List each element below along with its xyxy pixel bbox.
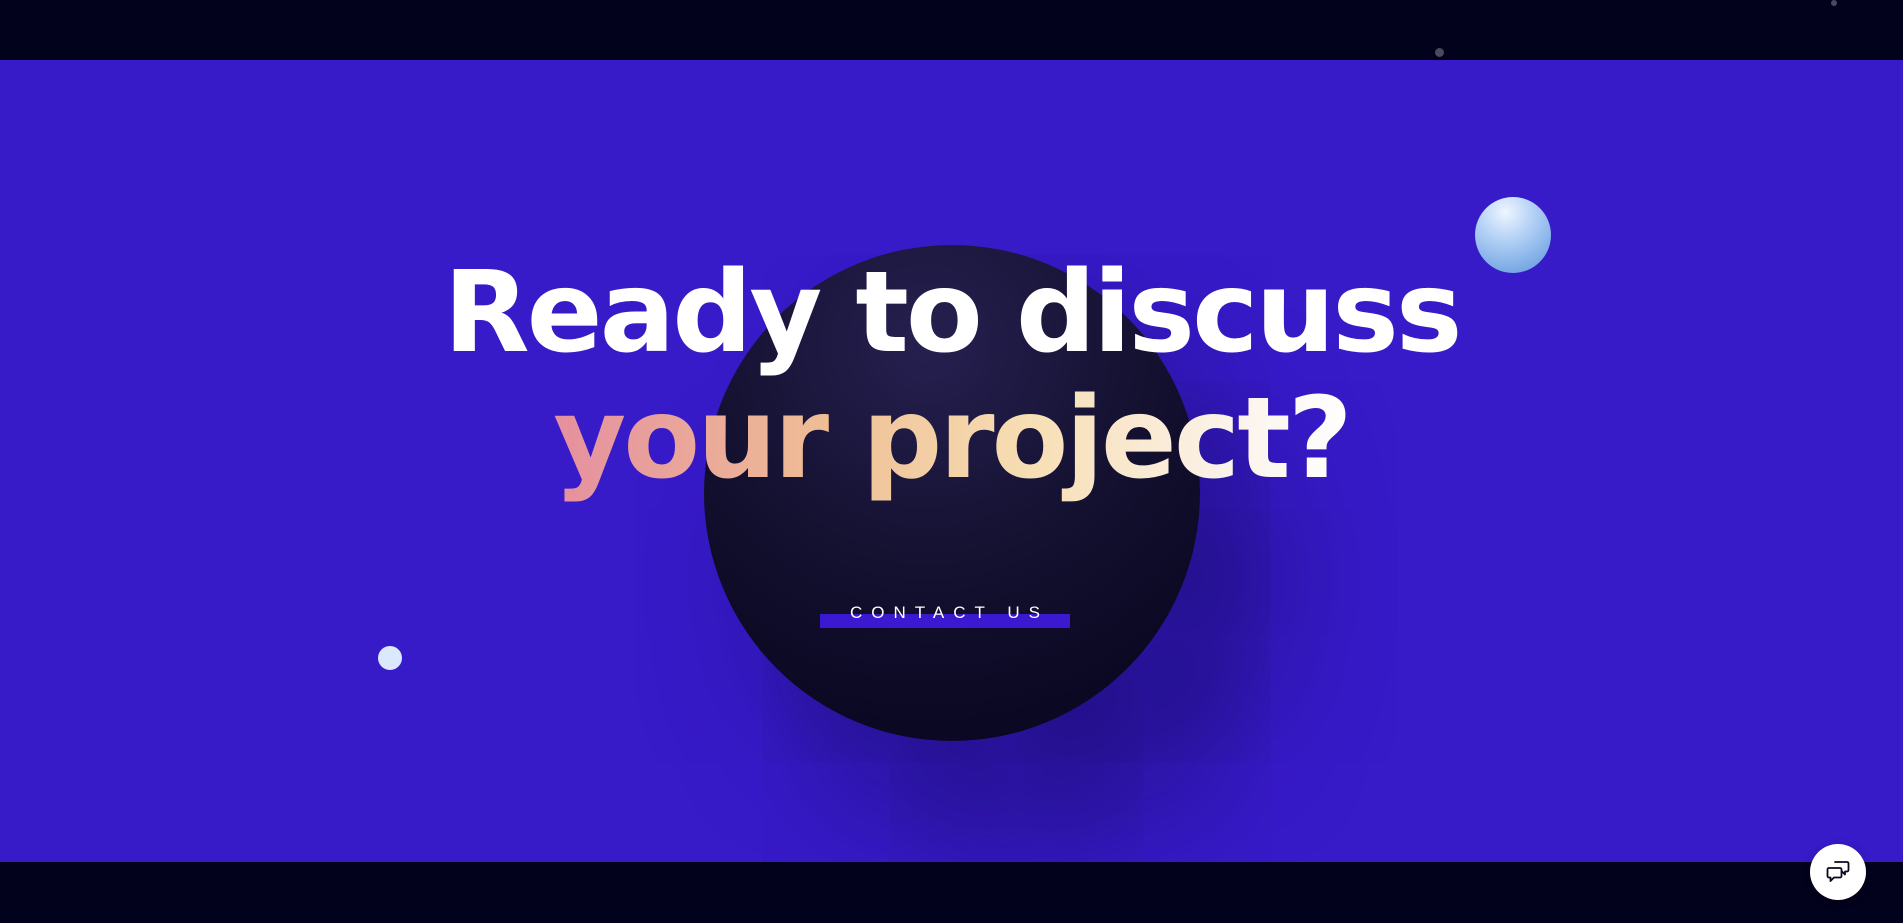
chat-button[interactable] [1810,844,1866,900]
top-bar [0,0,1903,60]
contact-us-button[interactable]: CONTACT US [820,596,1070,630]
contact-us-label: CONTACT US [850,603,1049,622]
small-sphere-decoration [378,646,402,670]
decorative-dot [1831,0,1837,6]
headline-line-2: your project? [553,374,1353,504]
bottom-bar [0,862,1903,923]
chat-bubbles-icon [1825,859,1851,885]
headline-line-2-wrapper: your project? [0,376,1903,502]
headline: Ready to discuss your project? [0,250,1903,502]
headline-line-1: Ready to discuss [443,248,1462,378]
page: Ready to discuss your project? CONTACT U… [0,0,1903,923]
decorative-dot [1435,48,1444,57]
